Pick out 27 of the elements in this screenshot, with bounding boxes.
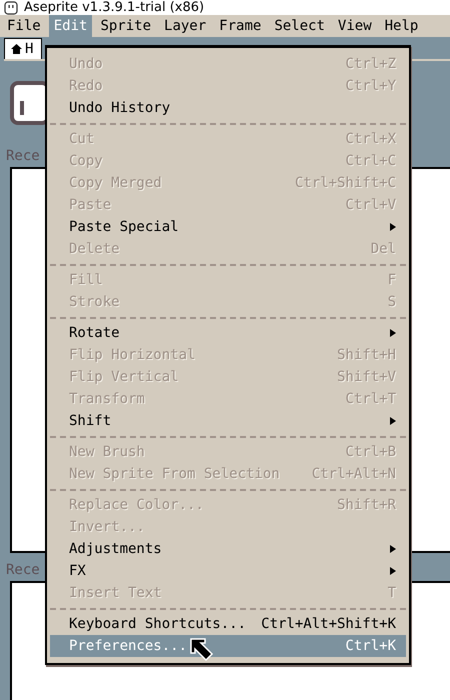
submenu-arrow-icon (390, 417, 396, 425)
home-tab[interactable]: H (4, 38, 42, 59)
section-title: Rece (5, 561, 40, 580)
menu-item[interactable]: Preferences... Ctrl+K (50, 635, 406, 657)
cursor-icon (190, 638, 214, 662)
menu-title[interactable]: File (2, 15, 46, 37)
submenu-arrow-icon (390, 223, 396, 231)
menu-item[interactable]: Keyboard Shortcuts... Ctrl+Alt+Shift+K (50, 613, 406, 635)
menu-title[interactable]: Layer (159, 15, 212, 37)
home-icon (11, 44, 22, 54)
submenu-arrow-icon (390, 329, 396, 337)
menu-title[interactable]: Help (380, 15, 424, 37)
menu-item[interactable]: Shift (50, 410, 406, 432)
submenu-arrow-icon (390, 545, 396, 553)
submenu-arrow-icon (390, 567, 396, 575)
menu-item[interactable]: Adjustments (50, 538, 406, 560)
menu-title[interactable]: Frame (214, 15, 266, 37)
section-title: Rece (5, 147, 40, 166)
menu-item[interactable]: FX (50, 560, 406, 582)
menu-title[interactable]: Edit (48, 15, 92, 37)
menu-title[interactable]: Sprite (95, 15, 156, 37)
window-title: Aseprite v1.3.9.1-trial (x86) (24, 0, 204, 15)
menu-title[interactable]: View (332, 15, 377, 37)
menu-item[interactable]: Paste Special (50, 216, 406, 238)
menu-item[interactable]: Undo History (50, 97, 406, 119)
menu-title[interactable]: Select (269, 15, 330, 37)
menu-item[interactable]: Rotate (50, 322, 406, 344)
